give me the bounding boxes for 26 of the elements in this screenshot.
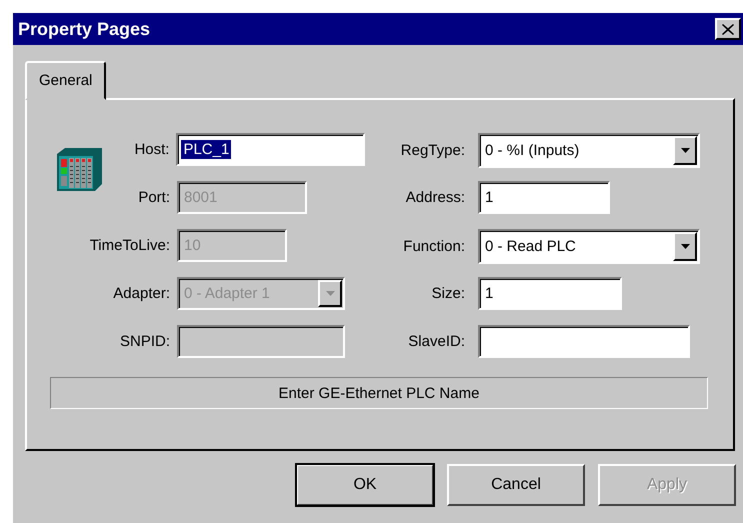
field-label: TimeToLive: [90, 237, 170, 254]
window-title: Property Pages [18, 18, 150, 40]
field-label: Function: [403, 238, 465, 255]
ok-button[interactable]: OK [296, 464, 434, 506]
status-message: Enter GE-Ethernet PLC Name [50, 377, 708, 409]
dropdown-field[interactable]: 0 - Read PLC [478, 229, 700, 264]
text-field[interactable]: 1 [478, 181, 610, 214]
field-label: Adapter: [113, 285, 170, 302]
dropdown-field[interactable]: 0 - %I (Inputs) [478, 133, 700, 168]
close-icon [722, 24, 734, 34]
text-field[interactable] [478, 325, 690, 358]
field-label: RegType: [400, 142, 465, 159]
cancel-button[interactable]: Cancel [447, 464, 585, 506]
dropdown-arrow-icon[interactable] [680, 148, 690, 153]
field-label: Port: [138, 189, 170, 206]
tab[interactable]: General [25, 61, 106, 100]
dropdown-arrow-icon[interactable] [680, 244, 690, 249]
text-field[interactable]: 1 [478, 277, 622, 310]
plc-rack-icon [57, 146, 102, 191]
field-label: SNPID: [120, 333, 170, 350]
field-label: SlaveID: [408, 333, 465, 350]
field-label: Host: [134, 141, 170, 158]
field-label: Size: [432, 285, 465, 302]
field-label: Address: [406, 189, 465, 206]
close-button[interactable] [715, 18, 741, 40]
text-field[interactable]: PLC_1 [176, 133, 365, 166]
